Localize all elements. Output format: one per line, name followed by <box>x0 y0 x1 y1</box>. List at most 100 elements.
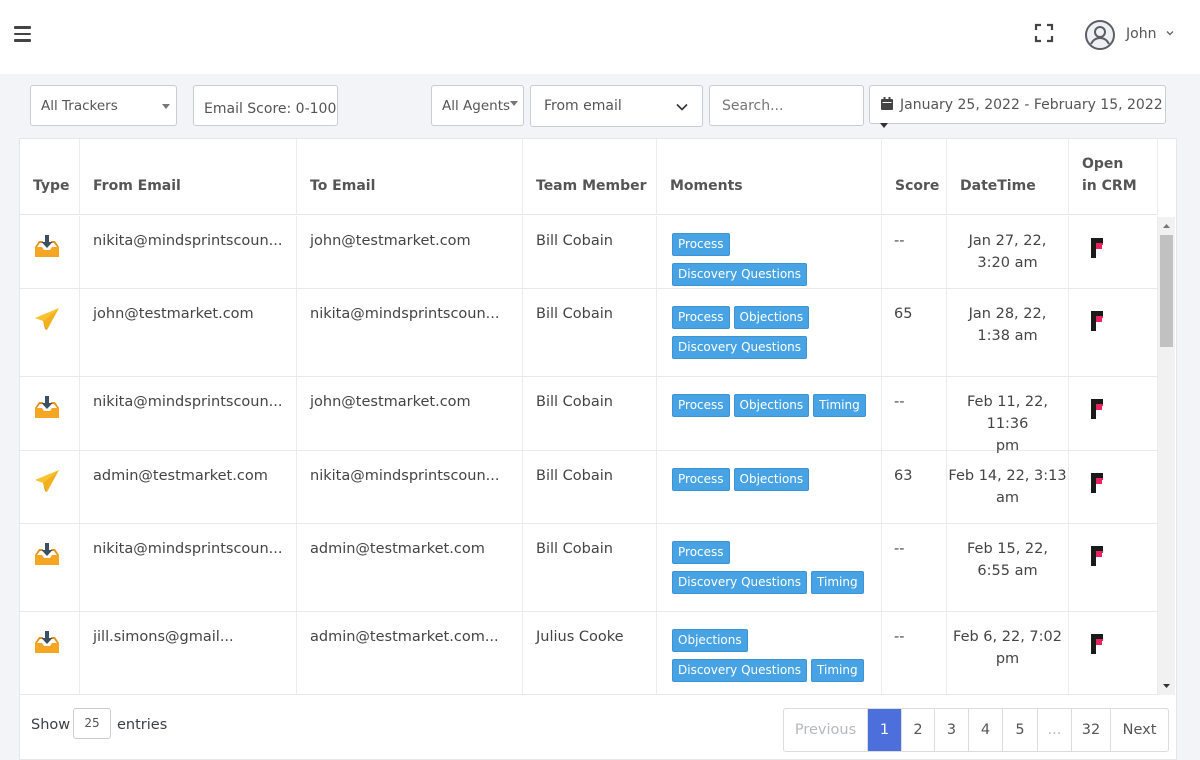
moment-tag[interactable]: Process <box>672 468 730 491</box>
scroll-up-arrow-icon[interactable] <box>1158 217 1175 234</box>
entries-per-page-select[interactable]: 25 <box>73 708 111 739</box>
crm-logo-icon[interactable] <box>1089 236 1105 260</box>
cell-member: Bill Cobain <box>523 451 657 523</box>
column-header-moments[interactable]: Moments <box>657 139 882 215</box>
moment-tag[interactable]: Objections <box>672 629 748 652</box>
email-score-filter[interactable]: Email Score: 0-100 <box>193 85 338 126</box>
datetime-text: Jan 28, 22, 1:38 am <box>947 303 1068 347</box>
member-text: Julius Cooke <box>536 629 624 645</box>
cell-member: Julius Cooke <box>523 612 657 694</box>
moment-tag[interactable]: Process <box>672 394 730 417</box>
cell-moments: Process Objections <box>657 451 882 523</box>
cell-to: john@testmarket.com <box>297 377 523 450</box>
show-entries-label: Show <box>31 717 71 733</box>
moment-tag[interactable]: Process <box>672 233 730 256</box>
paper-plane-icon <box>33 467 61 495</box>
moment-tag[interactable]: Objections <box>733 468 810 491</box>
trackers-select[interactable]: All Trackers <box>30 85 177 126</box>
pagination-previous: Previous <box>784 709 868 751</box>
moment-tag[interactable]: Discovery Questions <box>672 659 808 682</box>
crm-logo-icon[interactable] <box>1089 632 1105 656</box>
cell-moments: Process Objections Discovery Questions <box>657 289 882 376</box>
chevron-down-icon[interactable] <box>1165 28 1175 38</box>
cell-to: admin@testmarket.com... <box>297 612 523 694</box>
table-row[interactable]: admin@testmarket.com nikita@mindsprintsco… <box>20 451 1158 524</box>
moment-tag[interactable]: Discovery Questions <box>672 263 808 286</box>
crm-logo-icon[interactable] <box>1089 309 1105 333</box>
crm-logo-icon[interactable] <box>1089 544 1105 568</box>
direction-select-label: From email <box>544 98 622 114</box>
pagination-page-32[interactable]: 32 <box>1072 709 1111 751</box>
scrollbar-thumb[interactable] <box>1160 235 1173 347</box>
column-header-from-email[interactable]: From Email <box>80 139 297 215</box>
cell-score: -- <box>882 216 947 288</box>
user-name[interactable]: John <box>1126 26 1156 42</box>
cell-from: nikita@mindsprintscoun... <box>80 377 297 450</box>
trackers-select-label: All Trackers <box>41 97 118 114</box>
moments-tags: Process Objections <box>672 468 872 498</box>
moment-tag[interactable]: Discovery Questions <box>672 336 808 359</box>
cell-score: 63 <box>882 451 947 523</box>
table-row[interactable]: john@testmarket.com nikita@mindsprintscou… <box>20 289 1158 377</box>
table-scrollbar[interactable] <box>1158 217 1175 695</box>
agents-select[interactable]: All Agents <box>431 85 524 126</box>
cell-datetime: Jan 28, 22, 1:38 am <box>947 289 1069 376</box>
cell-score: 65 <box>882 289 947 376</box>
to-text: john@testmarket.com <box>310 233 471 249</box>
to-text: nikita@mindsprintscoun... <box>310 306 500 322</box>
moment-tag[interactable]: Process <box>672 306 730 329</box>
inbox-download-icon <box>33 232 61 260</box>
cell-moments: Process Discovery Questions Timing <box>657 524 882 611</box>
column-header-type[interactable]: Type <box>20 139 80 215</box>
from-text: nikita@mindsprintscoun... <box>93 394 283 410</box>
moment-tag[interactable]: Timing <box>811 659 864 682</box>
column-header-open-in-crm[interactable]: Open in CRM <box>1069 139 1158 215</box>
table-row[interactable]: nikita@mindsprintscoun... john@testmarket… <box>20 216 1158 289</box>
cell-crm <box>1069 216 1158 288</box>
inbox-download-icon <box>33 628 61 656</box>
cell-crm <box>1069 524 1158 611</box>
moment-tag[interactable]: Discovery Questions <box>672 571 808 594</box>
cell-crm <box>1069 377 1158 450</box>
crm-logo-icon[interactable] <box>1089 397 1105 421</box>
moment-tag[interactable]: Timing <box>811 571 864 594</box>
moment-tag[interactable]: Process <box>672 541 730 564</box>
scroll-down-arrow-icon[interactable] <box>1158 678 1175 695</box>
datetime-text: Jan 27, 22, 3:20 am <box>947 230 1068 274</box>
cell-from: jill.simons@gmail... <box>80 612 297 694</box>
table-row[interactable]: jill.simons@gmail... admin@testmarket.com… <box>20 612 1158 695</box>
datetime-line-1: Feb 11, 22, 11:36 <box>966 394 1048 432</box>
search-input[interactable] <box>709 85 864 126</box>
crm-logo-icon[interactable] <box>1089 471 1105 495</box>
column-header-to-email[interactable]: To Email <box>297 139 523 215</box>
member-text: Bill Cobain <box>536 541 613 557</box>
pagination-page-5[interactable]: 5 <box>1003 709 1038 751</box>
table-row[interactable]: nikita@mindsprintscoun... admin@testmarke… <box>20 524 1158 612</box>
direction-select[interactable]: From email <box>530 85 703 127</box>
table-row[interactable]: nikita@mindsprintscoun... john@testmarket… <box>20 377 1158 454</box>
cell-score: -- <box>882 612 947 694</box>
user-avatar-icon[interactable] <box>1084 19 1116 51</box>
pagination-next[interactable]: Next <box>1111 709 1168 751</box>
cell-crm <box>1069 612 1158 694</box>
column-header-datetime[interactable]: DateTime <box>947 139 1069 215</box>
pagination-page-3[interactable]: 3 <box>935 709 969 751</box>
pagination-page-4[interactable]: 4 <box>969 709 1003 751</box>
column-header-team-member[interactable]: Team Member <box>523 139 657 215</box>
cell-from: john@testmarket.com <box>80 289 297 376</box>
caret-down-icon <box>880 123 888 128</box>
column-header-score[interactable]: Score <box>882 139 947 215</box>
moment-tag[interactable]: Timing <box>813 394 866 417</box>
column-header-label: Moments <box>670 178 743 194</box>
score-text: -- <box>894 541 905 557</box>
pagination-page-2[interactable]: 2 <box>902 709 935 751</box>
cell-datetime: Feb 6, 22, 7:02 pm <box>947 612 1069 694</box>
cell-score: -- <box>882 377 947 450</box>
pagination-page-1[interactable]: 1 <box>868 709 902 751</box>
moment-tag[interactable]: Objections <box>733 394 810 417</box>
fullscreen-icon[interactable] <box>1034 23 1054 43</box>
moment-tag[interactable]: Objections <box>733 306 810 329</box>
datetime-line-1: Feb 15, 22, <box>966 541 1048 557</box>
hamburger-menu-icon[interactable] <box>14 26 31 42</box>
date-range-picker[interactable]: January 25, 2022 - February 15, 2022 <box>869 85 1166 124</box>
